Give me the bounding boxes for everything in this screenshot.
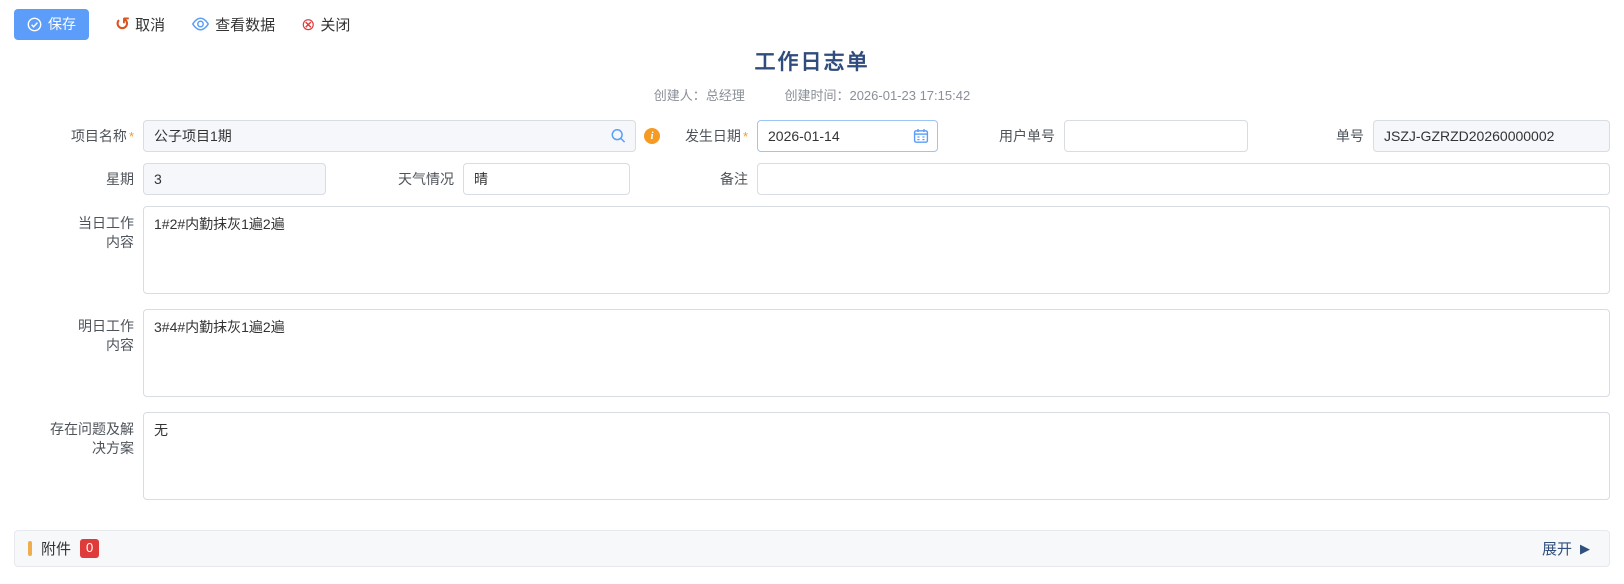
calendar-icon[interactable] [913, 128, 929, 144]
created-time-value: 2026-01-23 17:15:42 [849, 88, 970, 103]
attachments-count-badge: 0 [80, 539, 99, 558]
remark-label: 备注 [630, 170, 757, 189]
project-name-label: 项目名称* [14, 127, 143, 146]
occur-date-label: 发生日期* [660, 127, 757, 146]
field-tomorrow-work: 明日工作 内容 3#4#内勤抹灰1遍2遍 [14, 309, 1610, 397]
form-row-1: 项目名称* i 发生日期* 用户单号 单号 [14, 120, 1610, 152]
problems-label: 存在问题及解 决方案 [14, 412, 143, 458]
creation-meta: 创建人：总经理 创建时间：2026-01-23 17:15:42 [0, 85, 1624, 104]
section-marker-bar [28, 541, 32, 556]
today-work-textarea[interactable]: 1#2#内勤抹灰1遍2遍 [143, 206, 1610, 294]
order-no-label: 单号 [1248, 127, 1373, 146]
tomorrow-work-textarea[interactable]: 3#4#内勤抹灰1遍2遍 [143, 309, 1610, 397]
creator-pair: 创建人：总经理 [654, 88, 745, 103]
save-button-label: 保存 [48, 14, 76, 34]
problems-textarea[interactable]: 无 [143, 412, 1610, 500]
page-title: 工作日志单 [0, 46, 1624, 76]
view-data-button[interactable]: 查看数据 [191, 14, 275, 35]
field-project-name: 项目名称* i [14, 120, 660, 152]
order-no-input [1373, 120, 1610, 152]
user-order-no-label: 用户单号 [938, 127, 1064, 146]
field-occur-date: 发生日期* [660, 120, 938, 152]
form-header: 工作日志单 创建人：总经理 创建时间：2026-01-23 17:15:42 [0, 46, 1624, 104]
field-order-no: 单号 [1248, 120, 1610, 152]
project-name-input[interactable] [143, 120, 636, 152]
form-row-2: 星期 天气情况 备注 [14, 163, 1610, 195]
created-time-label: 创建时间： [784, 88, 849, 103]
close-circle-icon: ⊗ [301, 16, 315, 33]
created-time-pair: 创建时间：2026-01-23 17:15:42 [784, 88, 970, 103]
close-button[interactable]: ⊗ 关闭 [301, 14, 350, 35]
field-problems: 存在问题及解 决方案 无 [14, 412, 1610, 500]
search-icon[interactable] [610, 128, 627, 145]
field-remark: 备注 [630, 163, 1610, 195]
field-user-order-no: 用户单号 [938, 120, 1248, 152]
creator-value: 总经理 [706, 88, 745, 103]
triangle-right-icon: ▶ [1580, 542, 1590, 555]
creator-label: 创建人： [654, 88, 706, 103]
required-mark: * [743, 129, 748, 144]
expand-button-label: 展开 [1542, 538, 1572, 559]
undo-icon: ↺ [115, 15, 130, 33]
cancel-button-label: 取消 [135, 14, 165, 35]
attachments-section-bar[interactable]: 附件 0 展开 ▶ [14, 530, 1610, 567]
info-icon[interactable]: i [644, 128, 660, 144]
worklog-form: 项目名称* i 发生日期* 用户单号 单号 [0, 104, 1624, 500]
field-today-work: 当日工作 内容 1#2#内勤抹灰1遍2遍 [14, 206, 1610, 294]
field-weather: 天气情况 [326, 163, 630, 195]
weather-input[interactable] [463, 163, 630, 195]
tomorrow-work-label: 明日工作 内容 [14, 309, 143, 355]
expand-button[interactable]: 展开 ▶ [1536, 537, 1596, 560]
check-circle-icon [27, 17, 42, 32]
close-button-label: 关闭 [320, 14, 350, 35]
week-label: 星期 [14, 170, 143, 189]
user-order-no-input[interactable] [1064, 120, 1248, 152]
today-work-label: 当日工作 内容 [14, 206, 143, 252]
toolbar: 保存 ↺ 取消 查看数据 ⊗ 关闭 [0, 0, 1624, 40]
field-week: 星期 [14, 163, 326, 195]
weather-label: 天气情况 [326, 170, 463, 189]
cancel-button[interactable]: ↺ 取消 [115, 14, 165, 35]
occur-date-input[interactable] [757, 120, 938, 152]
attachments-label: 附件 [41, 538, 71, 559]
remark-input[interactable] [757, 163, 1610, 195]
eye-icon [191, 17, 210, 31]
required-mark: * [129, 129, 134, 144]
save-button[interactable]: 保存 [14, 9, 89, 40]
view-data-button-label: 查看数据 [215, 14, 275, 35]
week-input [143, 163, 326, 195]
